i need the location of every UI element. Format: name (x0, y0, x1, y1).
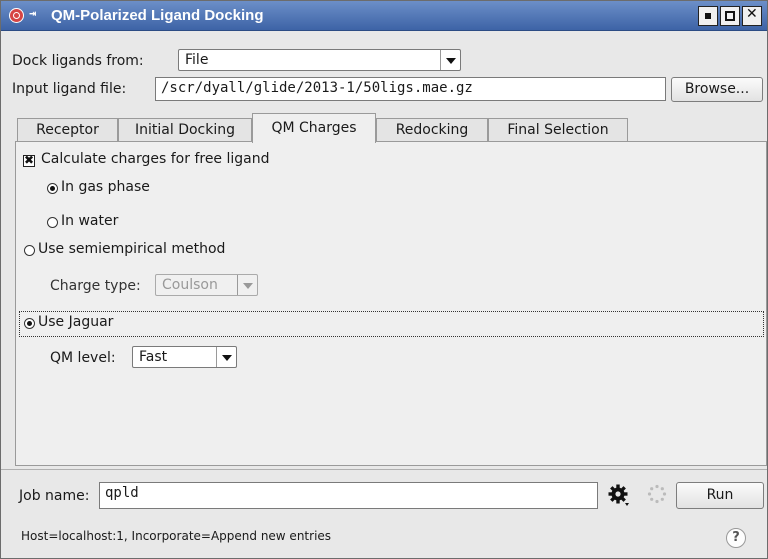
water-label[interactable]: In water (61, 213, 118, 229)
semiempirical-radio[interactable] (24, 245, 35, 256)
run-button[interactable]: Run (676, 482, 764, 509)
footer-divider (1, 469, 767, 470)
jaguar-focus-outline (19, 311, 764, 337)
minimize-button[interactable] (698, 6, 718, 26)
tab-qm-charges[interactable]: QM Charges (252, 113, 376, 143)
gas-phase-radio[interactable] (47, 183, 58, 194)
qpld-window: ⇥ QM-Polarized Ligand Docking Dock ligan… (0, 0, 768, 559)
charge-type-value: Coulson (162, 277, 218, 293)
title-bar[interactable]: ⇥ QM-Polarized Ligand Docking (1, 1, 767, 31)
calc-free-ligand-checkbox[interactable] (23, 153, 35, 167)
job-name-field[interactable]: qpld (99, 482, 598, 509)
charge-type-label: Charge type: (50, 278, 141, 294)
water-radio[interactable] (47, 217, 58, 228)
window-title: QM-Polarized Ligand Docking (51, 7, 264, 24)
maximize-button[interactable] (720, 6, 740, 26)
input-ligand-file-field[interactable]: /scr/dyall/glide/2013-1/50ligs.mae.gz (155, 77, 666, 101)
qm-level-select[interactable]: Fast (132, 346, 237, 368)
close-button[interactable] (742, 6, 762, 26)
input-ligand-file-label: Input ligand file: (12, 81, 127, 97)
job-name-label: Job name: (19, 488, 90, 504)
qm-level-value: Fast (139, 349, 168, 365)
dock-ligands-from-select[interactable]: File (178, 49, 461, 71)
gear-icon[interactable] (607, 483, 631, 507)
jaguar-radio[interactable] (24, 318, 35, 329)
semiempirical-label[interactable]: Use semiempirical method (38, 241, 225, 257)
tab-final-selection[interactable]: Final Selection (488, 118, 628, 142)
jaguar-label[interactable]: Use Jaguar (38, 314, 113, 330)
help-icon[interactable]: ? (726, 528, 746, 548)
browse-button[interactable]: Browse... (671, 77, 763, 102)
pin-icon[interactable]: ⇥ (29, 6, 36, 20)
app-icon[interactable] (9, 8, 24, 23)
calc-free-ligand-label[interactable]: Calculate charges for free ligand (41, 151, 270, 167)
chevron-down-icon (237, 275, 257, 295)
dock-ligands-from-label: Dock ligands from: (12, 53, 144, 69)
tab-receptor[interactable]: Receptor (17, 118, 118, 142)
status-text: Host=localhost:1, Incorporate=Append new… (21, 529, 332, 543)
tab-initial-docking[interactable]: Initial Docking (118, 118, 252, 142)
chevron-down-icon (216, 347, 236, 367)
qm-level-label: QM level: (50, 350, 116, 366)
spinner-icon (647, 484, 667, 504)
charge-type-select[interactable]: Coulson (155, 274, 258, 296)
chevron-down-icon (440, 50, 460, 70)
dock-ligands-from-value: File (185, 52, 209, 68)
gas-phase-label[interactable]: In gas phase (61, 179, 150, 195)
tab-redocking[interactable]: Redocking (376, 118, 488, 142)
